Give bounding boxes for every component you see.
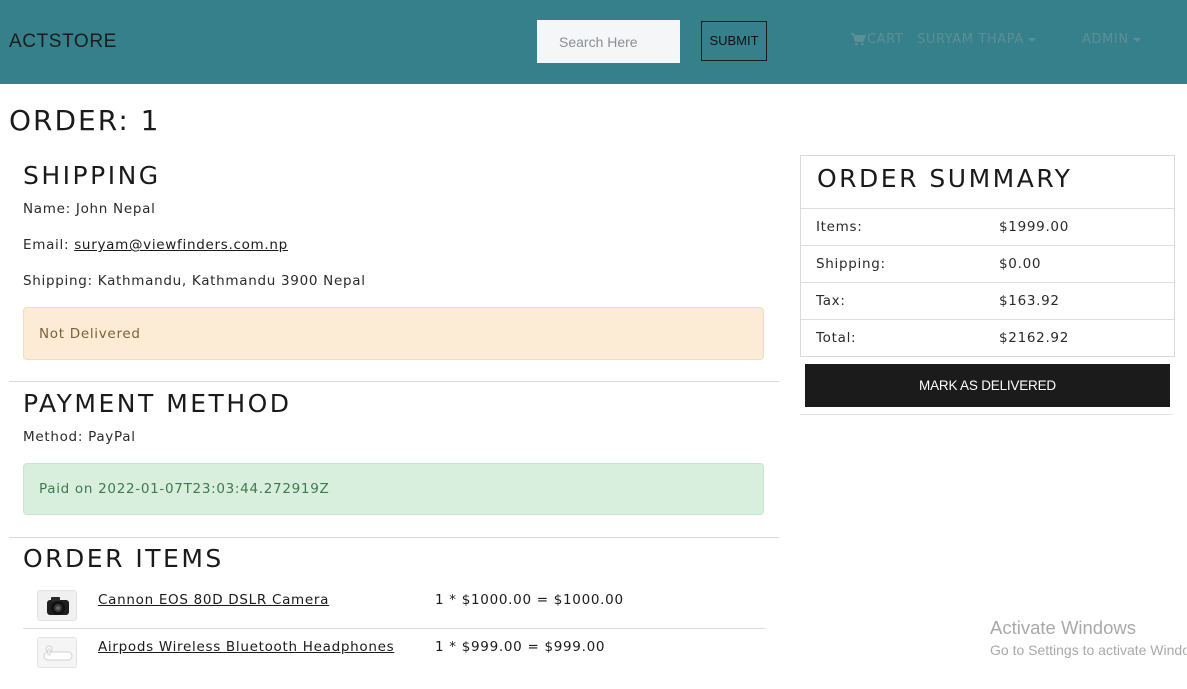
shipping-address: Shipping: Kathmandu, Kathmandu 3900 Nepa… (23, 273, 366, 289)
summary-value: $0.00 (999, 256, 1042, 272)
summary-label: Items: (816, 219, 863, 235)
cart-icon (851, 33, 866, 46)
summary-row-items: Items: $1999.00 (801, 208, 1174, 245)
section-divider (9, 537, 779, 538)
payment-method-label: Method: (23, 429, 84, 445)
summary-label: Tax: (816, 293, 846, 309)
nav-cart-label: CART (867, 32, 904, 47)
order-item-link[interactable]: Cannon EOS 80D DSLR Camera (98, 592, 329, 608)
summary-label: Shipping: (816, 256, 886, 272)
payment-heading: PAYMENT METHOD (23, 389, 292, 418)
top-navbar: ACTSTORE SUBMIT CART SURYAM THAPA ADMIN (0, 0, 1187, 84)
order-items-heading: ORDER ITEMS (23, 544, 224, 573)
chevron-down-icon (1132, 37, 1141, 42)
camera-icon (37, 590, 77, 621)
order-item-link[interactable]: Airpods Wireless Bluetooth Headphones (98, 639, 394, 655)
order-item-calc: 1 * $1000.00 = $1000.00 (435, 592, 624, 608)
delivery-status-alert: Not Delivered (23, 307, 764, 360)
shipping-address-value: Kathmandu, Kathmandu 3900 Nepal (97, 273, 366, 289)
shipping-name: Name: John Nepal (23, 201, 156, 217)
user-menu-dropdown[interactable]: SURYAM THAPA (917, 32, 1036, 47)
payment-method: Method: PayPal (23, 429, 136, 445)
activate-windows-subtitle: Go to Settings to activate Windows. (990, 642, 1187, 658)
summary-row-tax: Tax: $163.92 (801, 282, 1174, 319)
order-item-row: Airpods Wireless Bluetooth Headphones 1 … (23, 630, 765, 676)
nav-cart-link[interactable]: CART (851, 32, 903, 47)
summary-label: Total: (816, 330, 857, 346)
summary-row-total: Total: $2162.92 (801, 319, 1174, 356)
brand-logo[interactable]: ACTSTORE (9, 31, 117, 53)
mark-as-delivered-button[interactable]: MARK AS DELIVERED (805, 364, 1170, 407)
activate-windows-title: Activate Windows (990, 617, 1136, 638)
search-submit-button[interactable]: SUBMIT (701, 21, 767, 61)
order-summary-card: ORDER SUMMARY Items: $1999.00 Shipping: … (800, 155, 1175, 357)
section-divider (9, 381, 779, 382)
chevron-down-icon (1027, 37, 1036, 42)
shipping-name-value: John Nepal (75, 201, 156, 217)
shipping-heading: SHIPPING (23, 161, 161, 190)
summary-value: $1999.00 (999, 219, 1070, 235)
payment-status-alert: Paid on 2022-01-07T23:03:44.272919Z (23, 463, 764, 515)
shipping-email-link[interactable]: suryam@viewfinders.com.np (74, 237, 288, 253)
shipping-address-label: Shipping: (23, 273, 93, 289)
airpods-icon (37, 637, 77, 668)
page-title: ORDER: 1 (9, 104, 161, 137)
user-menu-label: SURYAM THAPA (917, 32, 1024, 47)
summary-value: $2162.92 (999, 330, 1070, 346)
order-item-row: Cannon EOS 80D DSLR Camera 1 * $1000.00 … (23, 583, 765, 629)
summary-row-shipping: Shipping: $0.00 (801, 245, 1174, 282)
order-item-calc: 1 * $999.00 = $999.00 (435, 639, 606, 655)
admin-menu-dropdown[interactable]: ADMIN (1082, 32, 1141, 47)
summary-value: $163.92 (999, 293, 1060, 309)
payment-status-text: Paid on 2022-01-07T23:03:44.272919Z (39, 481, 330, 497)
delivery-status-text: Not Delivered (39, 325, 141, 342)
search-input[interactable] (537, 20, 680, 63)
summary-divider (800, 414, 1173, 415)
shipping-email-label: Email: (23, 237, 70, 253)
shipping-name-label: Name: (23, 201, 71, 217)
shipping-email: Email: suryam@viewfinders.com.np (23, 237, 288, 253)
admin-menu-label: ADMIN (1082, 32, 1129, 47)
order-summary-heading: ORDER SUMMARY (817, 164, 1073, 193)
payment-method-value: PayPal (88, 429, 136, 445)
